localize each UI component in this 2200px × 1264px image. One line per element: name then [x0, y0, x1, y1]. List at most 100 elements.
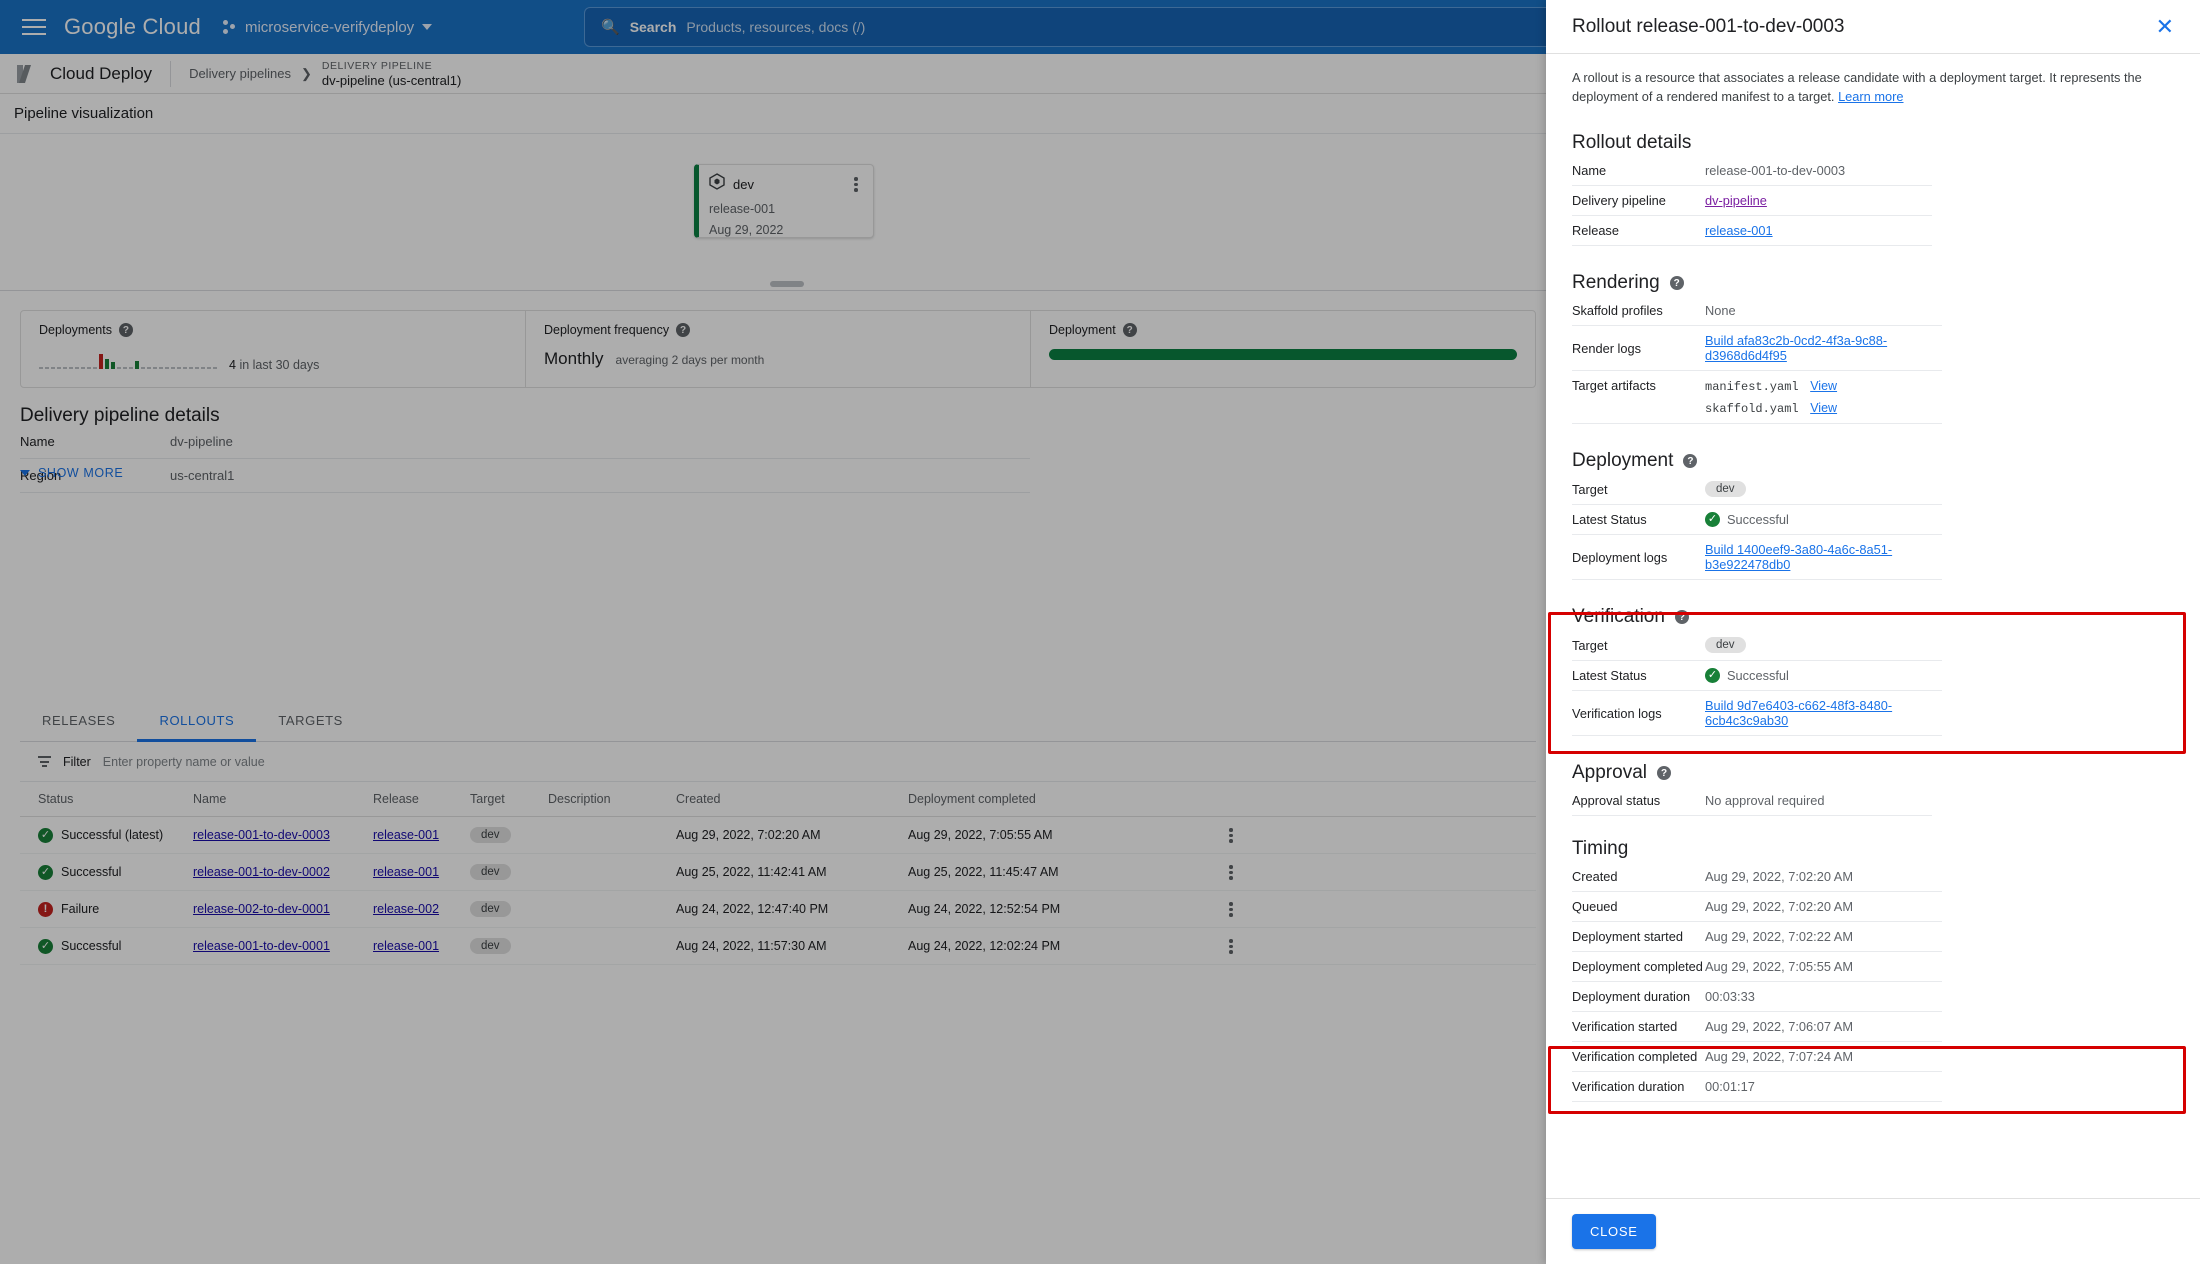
verification-logs-link[interactable]: Build 9d7e6403-c662-48f3-8480-6cb4c3c9ab… [1705, 698, 1942, 728]
filter-icon[interactable] [38, 756, 51, 767]
row-created: Aug 25, 2022, 11:42:41 AM [676, 865, 827, 879]
rendering-heading-label: Rendering [1572, 272, 1660, 294]
deployment-status-key: Latest Status [1572, 512, 1647, 528]
timing-value: Aug 29, 2022, 7:02:20 AM [1705, 899, 1853, 915]
row-deployment-completed: Aug 24, 2022, 12:02:24 PM [908, 939, 1061, 953]
breadcrumb-kicker: DELIVERY PIPELINE [321, 59, 433, 72]
tab-targets[interactable]: TARGETS [256, 700, 365, 742]
deployment-target-row: Target dev [1572, 474, 1942, 506]
table-row[interactable]: ✓ Successful release-001-to-dev-0002 rel… [20, 854, 1536, 891]
rollout-name-row: Name release-001-to-dev-0003 [1572, 156, 1932, 187]
detail-row: Name dv-pipeline [20, 425, 1030, 459]
timing-row: Verification duration 00:01:17 [1572, 1072, 1942, 1103]
table-row[interactable]: ✓ Successful (latest) release-001-to-dev… [20, 817, 1536, 854]
row-status: ✓ Successful [38, 938, 193, 954]
col-created: Created [676, 792, 721, 806]
tab-releases[interactable]: RELEASES [20, 700, 137, 742]
table-header-row: Status Name Release Target Description C… [20, 782, 1536, 817]
target-card-more-options-icon[interactable] [849, 176, 863, 192]
row-name-link[interactable]: release-001-to-dev-0003 [193, 828, 373, 842]
target-chip: dev [470, 938, 511, 954]
timing-key: Deployment duration [1572, 989, 1691, 1005]
deployment-logs-link[interactable]: Build 1400eef9-3a80-4a6c-8a51-b3e922478d… [1705, 542, 1942, 572]
row-release-link[interactable]: release-002 [373, 902, 470, 916]
artifact-manifest-name: manifest.yaml [1705, 380, 1799, 395]
table-row[interactable]: ✓ Successful release-001-to-dev-0001 rel… [20, 928, 1536, 965]
row-name-link[interactable]: release-001-to-dev-0001 [193, 939, 373, 953]
help-icon[interactable]: ? [1657, 766, 1671, 781]
row-release-link[interactable]: release-001 [373, 865, 470, 879]
product-header-bar: Cloud Deploy Delivery pipelines ❯ DELIVE… [0, 54, 1546, 94]
target-chip: dev [470, 901, 511, 917]
timing-row: Deployment duration 00:03:33 [1572, 982, 1942, 1013]
rollout-name-key: Name [1572, 163, 1607, 179]
show-more-button[interactable]: SHOW MORE [20, 466, 123, 480]
row-release-link[interactable]: release-001 [373, 828, 470, 842]
artifact-manifest-view-link[interactable]: View [1810, 379, 1837, 393]
col-name: Name [193, 792, 227, 806]
approval-status-key: Approval status [1572, 793, 1661, 809]
timing-key: Deployment completed [1572, 959, 1703, 975]
filter-label: Filter [63, 754, 91, 769]
cloud-deploy-icon [14, 62, 40, 86]
help-icon[interactable]: ? [1683, 454, 1698, 469]
approval-heading-label: Approval [1572, 762, 1647, 784]
project-selector[interactable]: microservice-verifydeploy [222, 18, 433, 36]
help-icon[interactable]: ? [676, 323, 691, 337]
row-more-options-icon[interactable] [1178, 901, 1238, 917]
target-artifacts-key: Target artifacts [1572, 378, 1656, 394]
row-created: Aug 24, 2022, 12:47:40 PM [676, 902, 829, 916]
hamburger-menu-icon[interactable] [22, 18, 46, 36]
help-icon[interactable]: ? [1669, 276, 1684, 291]
learn-more-link[interactable]: Learn more [1838, 89, 1903, 104]
col-status: Status [38, 792, 74, 806]
target-artifacts-values: manifest.yaml View skaffold.yaml View [1705, 378, 1837, 416]
verification-heading-label: Verification [1572, 606, 1665, 628]
row-release-link[interactable]: release-001 [373, 939, 470, 953]
panel-header: Rollout release-001-to-dev-0003 ✕ [1546, 0, 2200, 54]
help-icon[interactable]: ? [1674, 610, 1689, 625]
row-target: dev [470, 864, 548, 880]
verification-heading: Verification ? [1572, 606, 2174, 628]
row-name-link[interactable]: release-002-to-dev-0001 [193, 902, 373, 916]
row-more-options-icon[interactable] [1178, 938, 1238, 954]
close-icon[interactable]: ✕ [2156, 15, 2174, 38]
row-more-options-icon[interactable] [1178, 827, 1238, 843]
timing-row: Verification completed Aug 29, 2022, 7:0… [1572, 1042, 1942, 1073]
row-status: ! Failure [38, 901, 193, 917]
timing-key: Queued [1572, 899, 1618, 915]
kebab-icon [1224, 938, 1238, 954]
deployment-status-value: ✓ Successful [1705, 512, 1789, 528]
filter-input[interactable]: Enter property name or value [103, 755, 265, 769]
project-name: microservice-verifydeploy [244, 18, 415, 36]
row-more-options-icon[interactable] [1178, 864, 1238, 880]
help-icon[interactable]: ? [1122, 323, 1137, 337]
panel-resize-handle[interactable] [770, 281, 804, 287]
pipeline-tabs: RELEASES ROLLOUTS TARGETS [20, 700, 1536, 742]
google-cloud-logo[interactable]: Google Cloud [64, 14, 201, 40]
divider [170, 60, 172, 87]
help-icon[interactable]: ? [118, 323, 133, 337]
close-button[interactable]: CLOSE [1572, 1214, 1656, 1249]
timing-value: Aug 29, 2022, 7:02:20 AM [1705, 869, 1853, 885]
success-icon: ✓ [1705, 668, 1720, 684]
detail-value: dv-pipeline [170, 434, 233, 449]
tab-rollouts[interactable]: ROLLOUTS [137, 700, 256, 742]
verification-logs-key: Verification logs [1572, 705, 1662, 721]
deployment-status-row: Latest Status ✓ Successful [1572, 505, 1942, 536]
table-row[interactable]: ! Failure release-002-to-dev-0001 releas… [20, 891, 1536, 928]
rollout-release-link[interactable]: release-001 [1705, 223, 1773, 238]
artifact-skaffold-view-link[interactable]: View [1810, 401, 1837, 415]
metrics-strip: Deployments ? 4 in last 30 days Deployme… [20, 310, 1536, 388]
target-chip: dev [470, 864, 511, 880]
rollout-pipeline-link[interactable]: dv-pipeline [1705, 193, 1767, 208]
timing-row: Queued Aug 29, 2022, 7:02:20 AM [1572, 892, 1942, 923]
verification-status-row: Latest Status ✓ Successful [1572, 661, 1942, 692]
search-input[interactable]: 🔍 Search Products, resources, docs (/) [584, 7, 1546, 47]
row-name-link[interactable]: release-001-to-dev-0002 [193, 865, 373, 879]
rendering-heading: Rendering ? [1572, 272, 2174, 294]
pipeline-target-card-dev[interactable]: dev release-001 Aug 29, 2022 [694, 164, 874, 238]
render-logs-link[interactable]: Build afa83c2b-0cd2-4f3a-9c88-d3968d6d4f… [1705, 333, 1942, 363]
breadcrumb-delivery-pipelines[interactable]: Delivery pipelines [189, 66, 291, 81]
skaffold-profiles-row: Skaffold profiles None [1572, 296, 1942, 327]
